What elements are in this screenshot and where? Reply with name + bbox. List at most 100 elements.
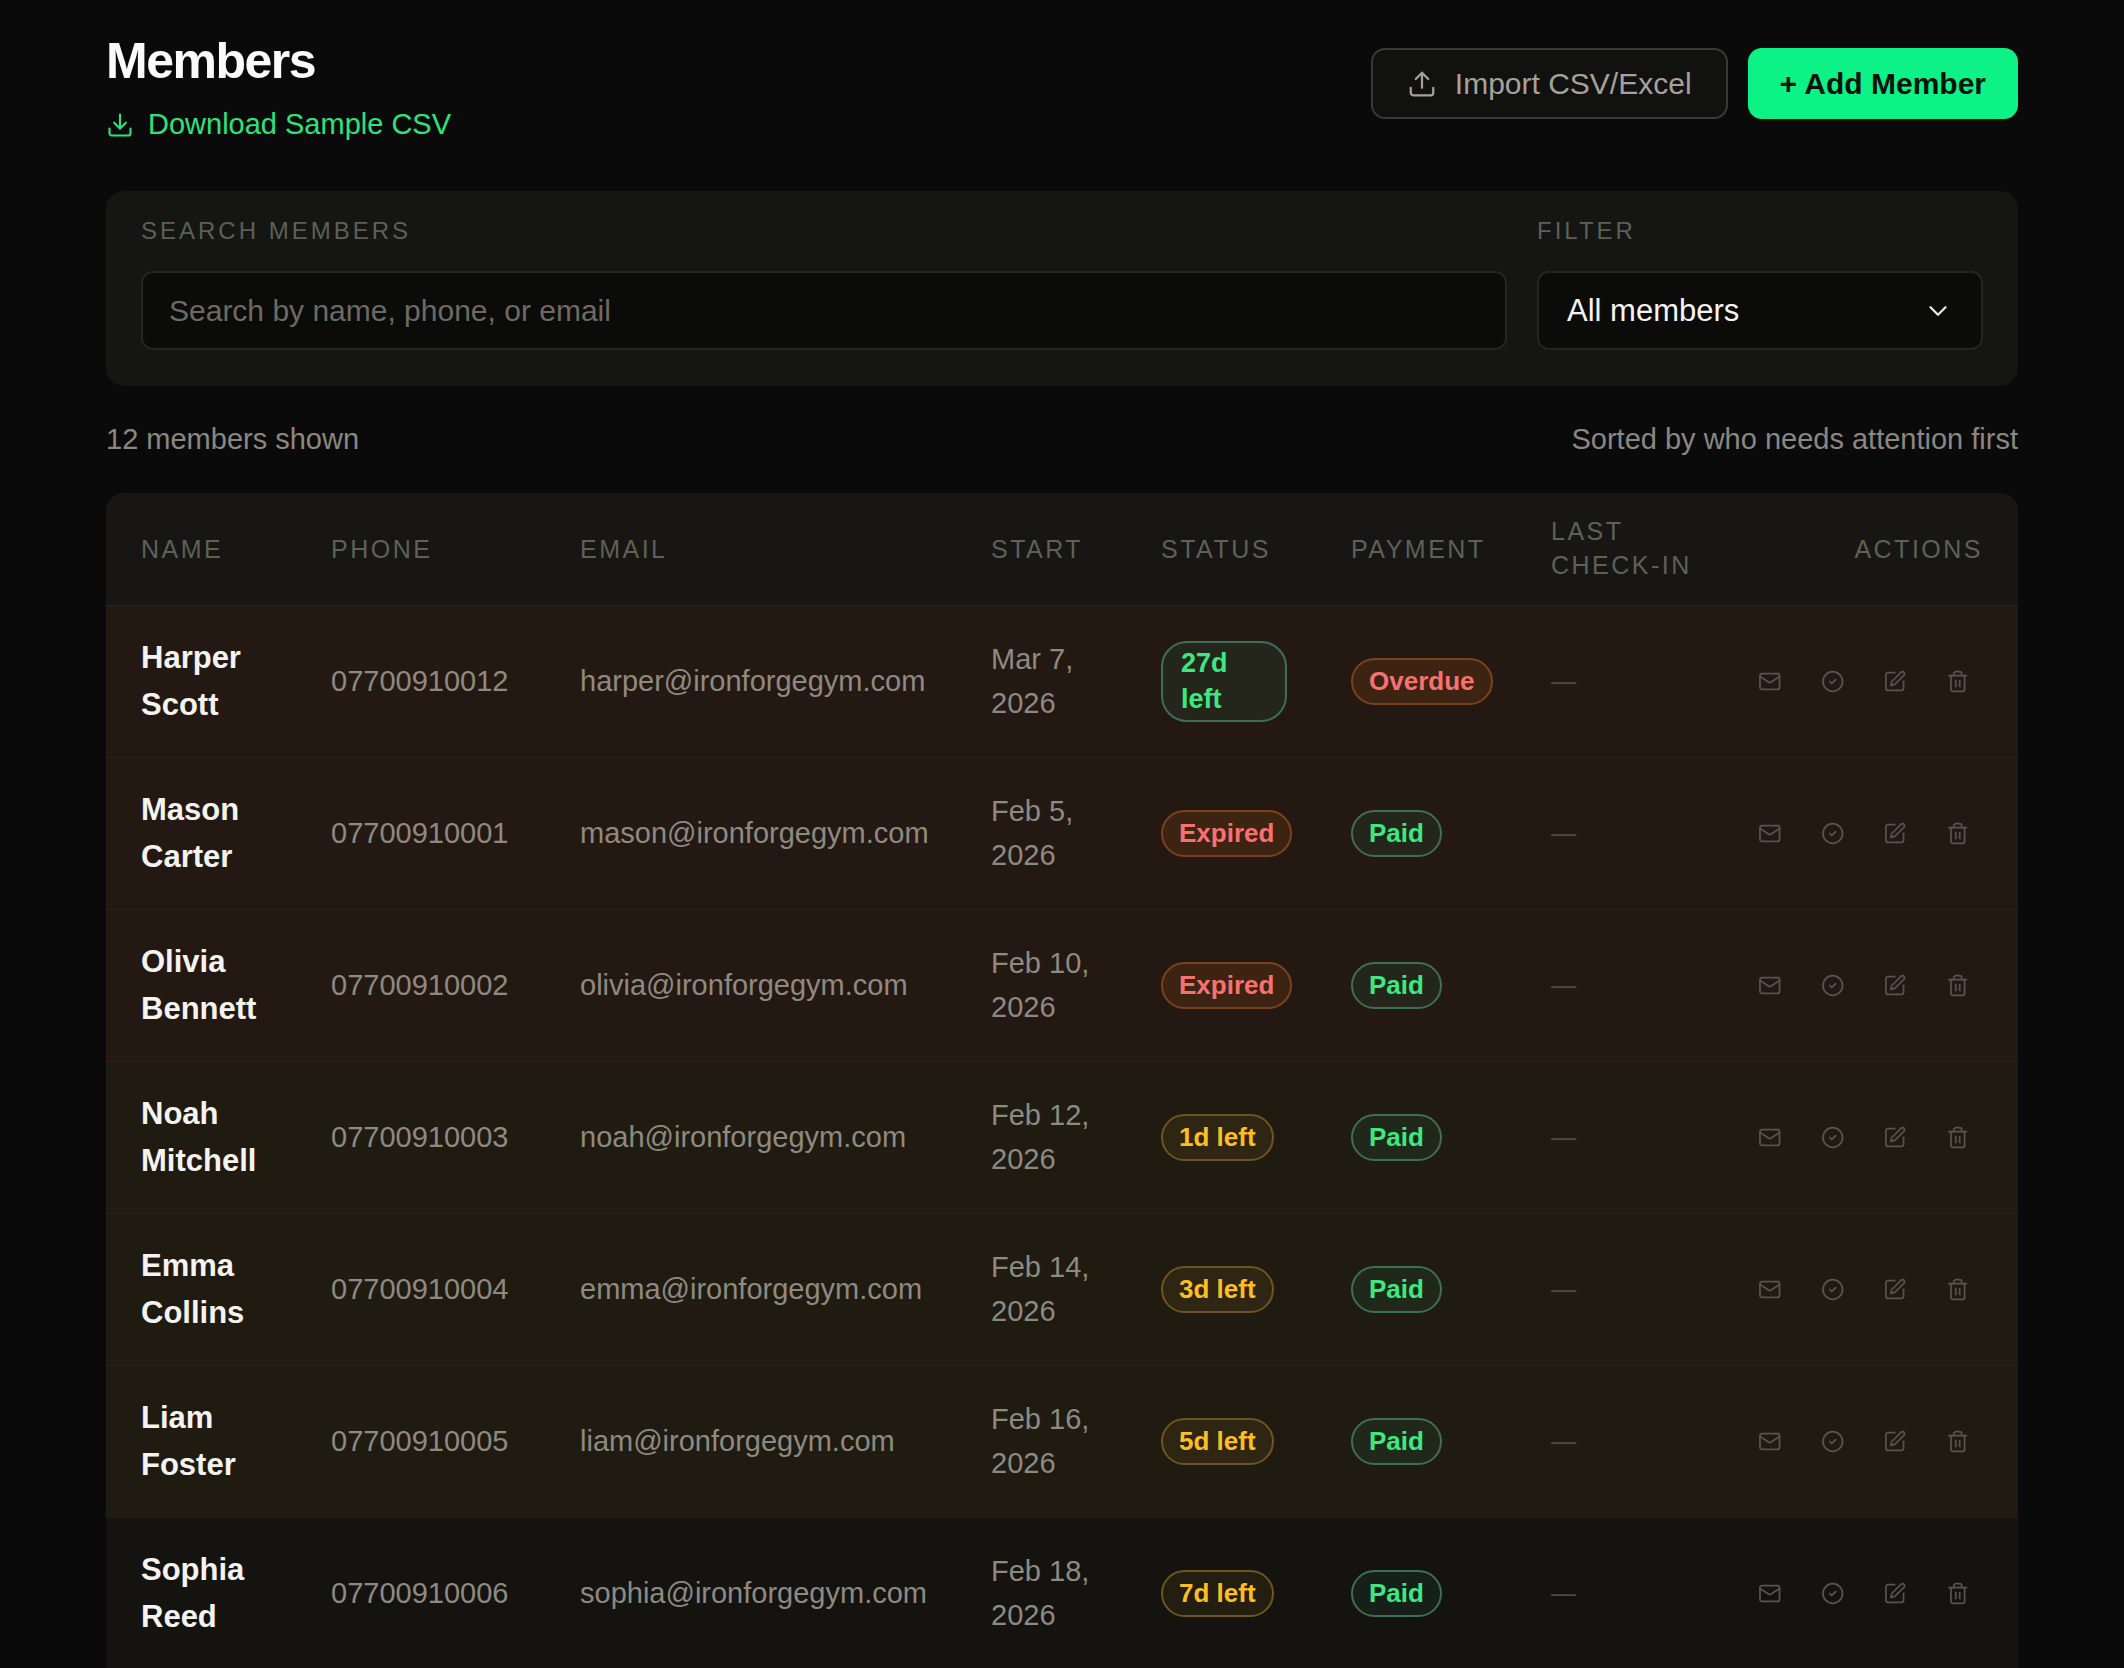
member-name: Mason Carter	[141, 787, 286, 880]
payment-cell: Overdue	[1351, 658, 1551, 705]
member-name: Olivia Bennett	[141, 939, 286, 1032]
edit-icon[interactable]	[1883, 1124, 1907, 1151]
import-button-label: Import CSV/Excel	[1455, 67, 1692, 101]
last-checkin-value: —	[1551, 971, 1758, 1000]
status-badge: Expired	[1161, 962, 1292, 1009]
mail-icon[interactable]	[1758, 820, 1782, 847]
row-actions	[1758, 1580, 1983, 1607]
member-start-date: Feb 12, 2026	[991, 1094, 1116, 1181]
col-phone: PHONE	[331, 535, 580, 564]
search-input[interactable]: Search by name, phone, or email	[141, 271, 1507, 350]
trash-icon[interactable]	[1946, 668, 1970, 695]
payment-badge: Paid	[1351, 962, 1442, 1009]
payment-cell: Paid	[1351, 962, 1551, 1009]
member-name: Sophia Reed	[141, 1547, 286, 1640]
status-badge: 27d left	[1161, 641, 1287, 721]
add-member-button[interactable]: + Add Member	[1748, 48, 2018, 119]
check-circle-icon[interactable]	[1821, 1580, 1845, 1607]
edit-icon[interactable]	[1883, 1580, 1907, 1607]
import-csv-button[interactable]: Import CSV/Excel	[1371, 48, 1728, 119]
edit-icon[interactable]	[1883, 1428, 1907, 1455]
mail-icon[interactable]	[1758, 1124, 1782, 1151]
members-table: NAME PHONE EMAIL START STATUS PAYMENT LA…	[106, 493, 2018, 1668]
check-circle-icon[interactable]	[1821, 820, 1845, 847]
check-circle-icon[interactable]	[1821, 1124, 1845, 1151]
last-checkin-value: —	[1551, 819, 1758, 848]
status-cell: 7d left	[1161, 1570, 1351, 1617]
status-badge: 7d left	[1161, 1570, 1274, 1617]
member-email: olivia@ironforgegym.com	[580, 969, 991, 1002]
member-start-date: Feb 16, 2026	[991, 1398, 1116, 1485]
status-cell: Expired	[1161, 810, 1351, 857]
table-header: NAME PHONE EMAIL START STATUS PAYMENT LA…	[106, 493, 2018, 605]
col-last-checkin: LAST CHECK-IN	[1551, 515, 1726, 583]
mail-icon[interactable]	[1758, 668, 1782, 695]
edit-icon[interactable]	[1883, 820, 1907, 847]
check-circle-icon[interactable]	[1821, 1276, 1845, 1303]
mail-icon[interactable]	[1758, 972, 1782, 999]
payment-cell: Paid	[1351, 1570, 1551, 1617]
mail-icon[interactable]	[1758, 1580, 1782, 1607]
last-checkin-value: —	[1551, 667, 1758, 696]
trash-icon[interactable]	[1946, 1580, 1970, 1607]
status-badge: Expired	[1161, 810, 1292, 857]
upload-icon	[1407, 69, 1437, 99]
trash-icon[interactable]	[1946, 1124, 1970, 1151]
trash-icon[interactable]	[1946, 972, 1970, 999]
trash-icon[interactable]	[1946, 1276, 1970, 1303]
member-email: emma@ironforgegym.com	[580, 1273, 991, 1306]
member-email: liam@ironforgegym.com	[580, 1425, 991, 1458]
edit-icon[interactable]	[1883, 1276, 1907, 1303]
trash-icon[interactable]	[1946, 1428, 1970, 1455]
add-button-label: + Add Member	[1780, 67, 1986, 101]
member-name: Emma Collins	[141, 1243, 286, 1336]
download-sample-csv-link[interactable]: Download Sample CSV	[106, 108, 451, 141]
col-start: START	[991, 535, 1161, 564]
member-phone: 07700910001	[331, 817, 580, 850]
members-count: 12 members shown	[106, 423, 359, 456]
mail-icon[interactable]	[1758, 1428, 1782, 1455]
col-email: EMAIL	[580, 535, 991, 564]
summary-row: 12 members shown Sorted by who needs att…	[106, 423, 2018, 456]
download-link-label: Download Sample CSV	[148, 108, 451, 141]
check-circle-icon[interactable]	[1821, 1428, 1845, 1455]
trash-icon[interactable]	[1946, 820, 1970, 847]
col-name: NAME	[141, 535, 331, 564]
mail-icon[interactable]	[1758, 1276, 1782, 1303]
row-actions	[1758, 1276, 1983, 1303]
check-circle-icon[interactable]	[1821, 668, 1845, 695]
edit-icon[interactable]	[1883, 668, 1907, 695]
check-circle-icon[interactable]	[1821, 972, 1845, 999]
table-row: Harper Scott 07700910012 harper@ironforg…	[106, 605, 2018, 757]
filter-label: FILTER	[1537, 217, 1983, 245]
member-phone: 07700910005	[331, 1425, 580, 1458]
last-checkin-value: —	[1551, 1427, 1758, 1456]
filter-select[interactable]: All members	[1537, 271, 1983, 350]
row-actions	[1758, 820, 1983, 847]
col-status: STATUS	[1161, 535, 1351, 564]
payment-badge: Paid	[1351, 1266, 1442, 1313]
row-actions	[1758, 1428, 1983, 1455]
title-block: Members Download Sample CSV	[106, 36, 451, 141]
table-row: Sophia Reed 07700910006 sophia@ironforge…	[106, 1517, 2018, 1668]
row-actions	[1758, 972, 1983, 999]
member-start-date: Feb 14, 2026	[991, 1246, 1116, 1333]
member-start-date: Feb 5, 2026	[991, 790, 1116, 877]
page-header: Members Download Sample CSV Import CSV/E…	[106, 0, 2018, 141]
member-email: noah@ironforgegym.com	[580, 1121, 991, 1154]
download-icon	[106, 111, 134, 139]
filter-selected-value: All members	[1567, 293, 1739, 329]
search-placeholder: Search by name, phone, or email	[169, 294, 611, 328]
last-checkin-value: —	[1551, 1579, 1758, 1608]
edit-icon[interactable]	[1883, 972, 1907, 999]
member-email: mason@ironforgegym.com	[580, 817, 991, 850]
row-actions	[1758, 1124, 1983, 1151]
status-badge: 1d left	[1161, 1114, 1274, 1161]
member-phone: 07700910004	[331, 1273, 580, 1306]
status-cell: 5d left	[1161, 1418, 1351, 1465]
status-cell: Expired	[1161, 962, 1351, 1009]
status-badge: 5d left	[1161, 1418, 1274, 1465]
header-actions: Import CSV/Excel + Add Member	[1371, 48, 2018, 119]
last-checkin-value: —	[1551, 1275, 1758, 1304]
status-cell: 27d left	[1161, 641, 1351, 721]
